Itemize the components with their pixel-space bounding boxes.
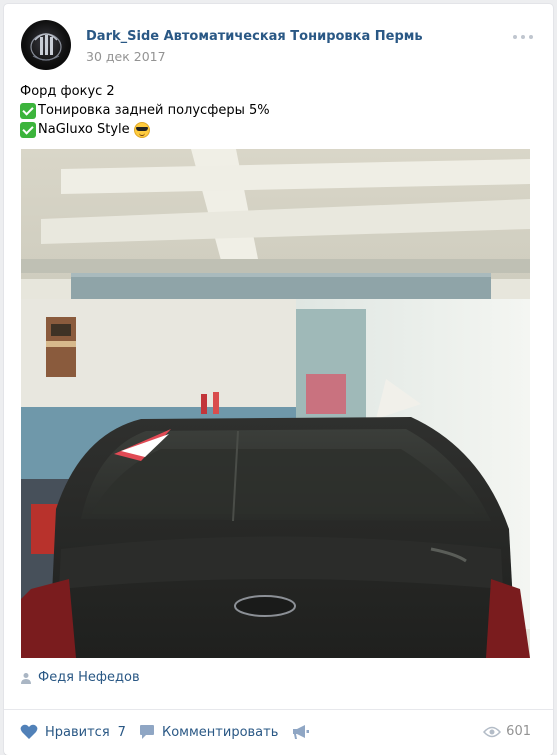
like-button[interactable]: Нравится 7	[20, 724, 126, 740]
megaphone-icon	[293, 725, 309, 739]
post-photo[interactable]	[21, 149, 530, 658]
post-signer-link[interactable]: Федя Нефедов	[20, 670, 140, 685]
post-card: Dark_Side Автоматическая Тонировка Пермь…	[4, 4, 553, 755]
post-date[interactable]: 30 дек 2017	[86, 49, 166, 64]
post-text-line-3: NaGluxo Style	[38, 122, 130, 137]
like-label: Нравится	[45, 724, 110, 740]
views-counter: 601	[483, 724, 531, 739]
comment-icon	[140, 725, 154, 739]
check-icon	[20, 102, 36, 119]
post-text: Форд фокус 2 Тонировка задней полусферы …	[20, 82, 270, 139]
heart-icon	[20, 724, 38, 739]
share-button[interactable]	[292, 724, 317, 740]
post-text-line-1: Форд фокус 2	[20, 84, 115, 99]
comment-label: Комментировать	[162, 724, 279, 740]
avatar[interactable]	[21, 20, 71, 70]
like-count: 7	[117, 724, 126, 740]
post-actions-bar: Нравится 7 Комментировать 601	[4, 709, 553, 745]
photo-car-in-garage	[21, 149, 530, 658]
avatar-logo-icon	[30, 33, 62, 61]
more-icon[interactable]	[513, 33, 533, 41]
post-author-link[interactable]: Dark_Side Автоматическая Тонировка Пермь	[86, 29, 423, 44]
views-count: 601	[506, 724, 531, 739]
sunglasses-emoji-icon	[133, 121, 150, 138]
person-icon	[21, 672, 31, 684]
post-signer-name: Федя Нефедов	[38, 670, 140, 685]
check-icon	[20, 121, 36, 138]
post-text-line: Форд фокус 2	[20, 82, 270, 101]
post-text-line: Тонировка задней полусферы 5%	[20, 101, 270, 120]
post-text-line: NaGluxo Style	[20, 120, 270, 139]
eye-icon	[483, 726, 502, 737]
comment-button[interactable]: Комментировать	[139, 724, 278, 740]
post-text-line-2: Тонировка задней полусферы 5%	[38, 103, 270, 118]
